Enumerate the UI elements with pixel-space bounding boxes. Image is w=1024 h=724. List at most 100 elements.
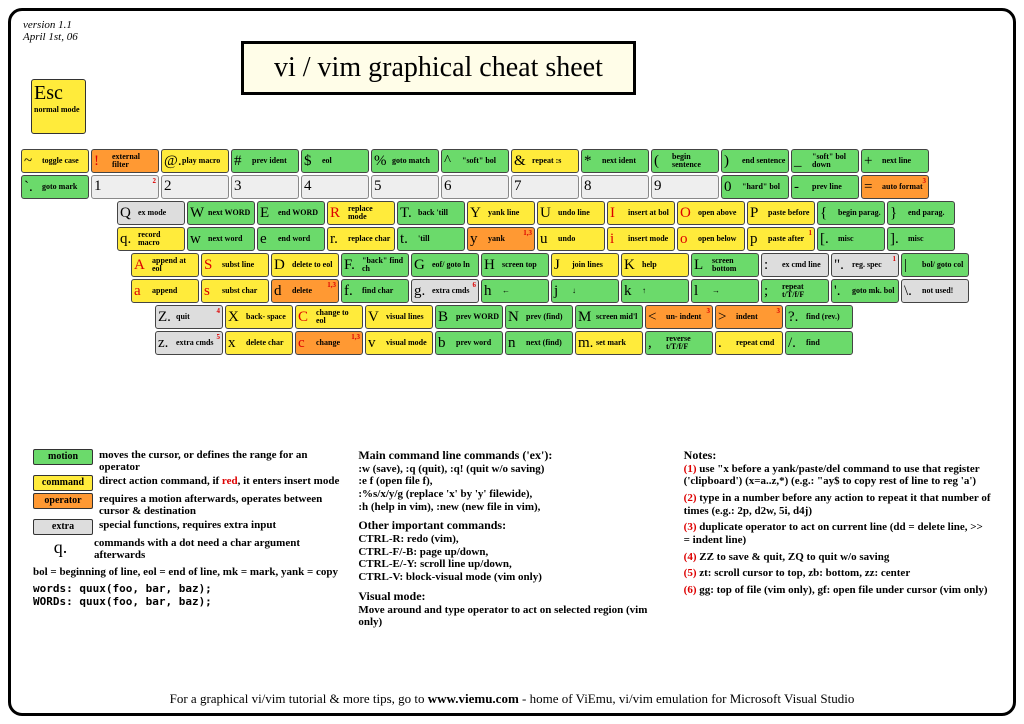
key-k: k↑ (621, 279, 689, 303)
key-b: bprev word (435, 331, 503, 355)
key-}: }end parag. (887, 201, 955, 225)
key-a: aappend (131, 279, 199, 303)
key-%: %goto match (371, 149, 439, 173)
key-s: ssubst char (201, 279, 269, 303)
key-M: Mscreen mid'l (575, 305, 643, 329)
key-x: xdelete char (225, 331, 293, 355)
key-~: ~toggle case (21, 149, 89, 173)
keyboard: ~toggle case!external filter@.play macro… (21, 149, 1003, 357)
key-R: Rreplace mode (327, 201, 395, 225)
key-4: 4 (301, 175, 369, 199)
key-h: h← (481, 279, 549, 303)
key-g.: g.extra cmds6 (411, 279, 479, 303)
cheat-sheet: version 1.1 April 1st, 06 vi / vim graph… (8, 8, 1016, 716)
key-n: nnext (find) (505, 331, 573, 355)
key-7: 7 (511, 175, 579, 199)
key-Z.: Z.quit4 (155, 305, 223, 329)
key--: -prev line (791, 175, 859, 199)
key-Q: Qex mode (117, 201, 185, 225)
bottom-section: motionmoves the cursor, or defines the r… (33, 449, 991, 629)
key-!: !external filter (91, 149, 159, 173)
key-w: wnext word (187, 227, 255, 251)
key-v: vvisual mode (365, 331, 433, 355)
key-u: uundo (537, 227, 605, 251)
key-r.: r.replace char (327, 227, 395, 251)
key-?.: ?.find (rev.) (785, 305, 853, 329)
key-3: 3 (231, 175, 299, 199)
key-G: Geof/ goto ln (411, 253, 479, 277)
key-:: :ex cmd line (761, 253, 829, 277)
key-].: ].misc (887, 227, 955, 251)
key-H: Hscreen top (481, 253, 549, 277)
key-.: .repeat cmd (715, 331, 783, 355)
key-l: l→ (691, 279, 759, 303)
key-V: Vvisual lines (365, 305, 433, 329)
key-8: 8 (581, 175, 649, 199)
title: vi / vim graphical cheat sheet (241, 41, 636, 95)
footer: For a graphical vi/vim tutorial & more t… (11, 691, 1013, 707)
key-U: Uundo line (537, 201, 605, 225)
key-5: 5 (371, 175, 439, 199)
esc-key: Esc normal mode (31, 79, 86, 134)
key-2: 2 (161, 175, 229, 199)
key-t.: t.'till (397, 227, 465, 251)
key-|: |bol/ goto col (901, 253, 969, 277)
key-\.: \.not used! (901, 279, 969, 303)
key-N: Nprev (find) (505, 305, 573, 329)
key-`.: `.goto mark (21, 175, 89, 199)
key-A: Aappend at eol (131, 253, 199, 277)
esc-char: Esc (34, 82, 83, 105)
key-J: Jjoin lines (551, 253, 619, 277)
key-^: ^"soft" bol (441, 149, 509, 173)
key-&: &repeat :s (511, 149, 579, 173)
key-q.: q.record macro (117, 227, 185, 251)
key-'.: '.goto mk. bol (831, 279, 899, 303)
key-0: 0"hard" bol (721, 175, 789, 199)
key-1: 12 (91, 175, 159, 199)
key-L: Lscreen bottom (691, 253, 759, 277)
key-F.: F."back" find ch (341, 253, 409, 277)
key-C: Cchange to eol (295, 305, 363, 329)
key-d: ddelete1,3 (271, 279, 339, 303)
key-{: {begin parag. (817, 201, 885, 225)
key-#: #prev ident (231, 149, 299, 173)
key-S: Ssubst line (201, 253, 269, 277)
footer-text: For a graphical vi/vim tutorial & more t… (170, 691, 428, 706)
key-[.: [.misc (817, 227, 885, 251)
key-;: ;repeat t/T/f/F (761, 279, 829, 303)
key-E: Eend WORD (257, 201, 325, 225)
version-line: version 1.1 (23, 19, 1001, 31)
key-Y: Yyank line (467, 201, 535, 225)
key-<: <un- indent3 (645, 305, 713, 329)
key-$: $eol (301, 149, 369, 173)
key-".: ".reg. spec1 (831, 253, 899, 277)
key-_: _"soft" bol down (791, 149, 859, 173)
key-I: Iinsert at bol (607, 201, 675, 225)
footer-text2: - home of ViEmu, vi/vim emulation for Mi… (519, 691, 855, 706)
key-e: eend word (257, 227, 325, 251)
key-z.: z.extra cmds5 (155, 331, 223, 355)
key-i: iinsert mode (607, 227, 675, 251)
key-j: j↓ (551, 279, 619, 303)
key-6: 6 (441, 175, 509, 199)
esc-label: normal mode (34, 105, 83, 114)
key-P: Ppaste before (747, 201, 815, 225)
key-p: ppaste after1 (747, 227, 815, 251)
key-(: (begin sentence (651, 149, 719, 173)
key-f.: f.find char (341, 279, 409, 303)
key-9: 9 (651, 175, 719, 199)
version-block: version 1.1 April 1st, 06 (23, 19, 1001, 43)
key-X: Xback- space (225, 305, 293, 329)
key-*: *next ident (581, 149, 649, 173)
legend-col: motionmoves the cursor, or defines the r… (33, 449, 340, 629)
key-D: Ddelete to eol (271, 253, 339, 277)
commands-col: Main command line commands ('ex'): :w (s… (358, 449, 665, 629)
key-+: +next line (861, 149, 929, 173)
notes-col: Notes:(1) use "x before a yank/paste/del… (684, 449, 991, 629)
key-y: yyank1,3 (467, 227, 535, 251)
key-o: oopen below (677, 227, 745, 251)
key-@.: @.play macro (161, 149, 229, 173)
key-): )end sentence (721, 149, 789, 173)
key-m.: m.set mark (575, 331, 643, 355)
key-B: Bprev WORD (435, 305, 503, 329)
